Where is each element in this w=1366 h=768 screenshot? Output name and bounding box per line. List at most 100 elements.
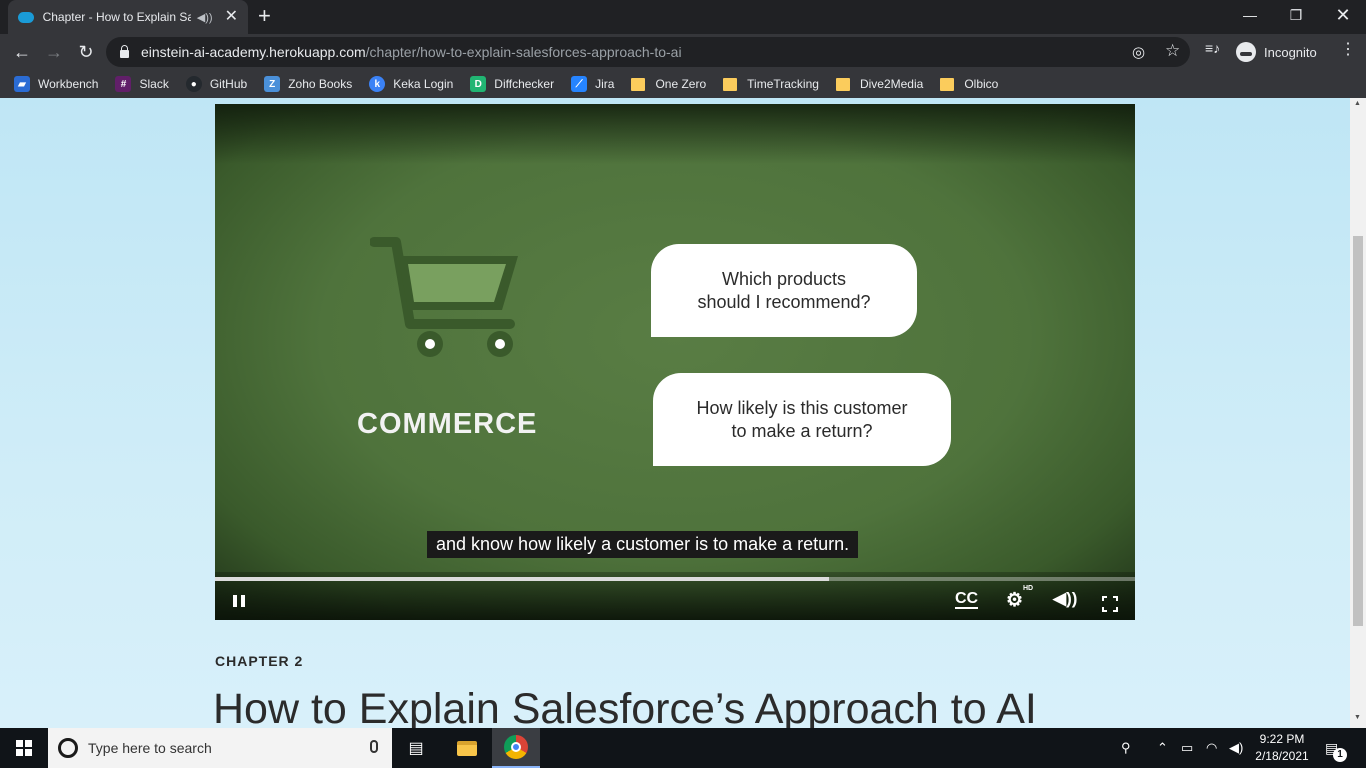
scrollbar-thumb[interactable] xyxy=(1353,236,1363,626)
page-scrollbar[interactable]: ▲ ▼ xyxy=(1350,98,1366,728)
address-bar[interactable]: einstein-ai-academy.herokuapp.com/chapte… xyxy=(106,37,1190,67)
bubble-line: How likely is this customer xyxy=(696,397,908,418)
page-title: How to Explain Salesforce’s Approach to … xyxy=(213,685,1037,728)
bookmark-keka-login[interactable]: k Keka Login xyxy=(369,76,453,92)
bookmark-zoho-books[interactable]: Z Zoho Books xyxy=(264,76,352,92)
fullscreen-icon[interactable] xyxy=(1102,596,1118,612)
url-host: einstein-ai-academy.herokuapp.com xyxy=(141,44,366,60)
browser-tab[interactable]: Chapter - How to Explain Sal ◀)) ✕ xyxy=(8,0,248,34)
commerce-label: COMMERCE xyxy=(357,408,538,440)
bubble-line: should I recommend? xyxy=(697,291,871,312)
incognito-icon xyxy=(1236,42,1256,62)
settings-gear-icon[interactable]: ⚙ xyxy=(1006,589,1023,612)
video-player[interactable]: COMMERCE Which products should I recomme… xyxy=(215,104,1135,620)
close-window-icon[interactable]: ✕ xyxy=(1320,0,1366,30)
clock-date: 2/18/2021 xyxy=(1255,749,1309,763)
task-view-icon[interactable]: ▤ xyxy=(392,728,440,768)
bookmark-label: One Zero xyxy=(655,77,707,91)
incognito-label: Incognito xyxy=(1264,44,1317,60)
diffchecker-icon: D xyxy=(470,76,487,92)
search-placeholder: Type here to search xyxy=(88,740,212,756)
minimize-icon[interactable]: — xyxy=(1227,0,1273,30)
volume-icon[interactable]: ◀)) xyxy=(1053,589,1077,609)
bookmark-label: TimeTracking xyxy=(747,77,819,91)
bookmark-folder-olbico[interactable]: Olbico xyxy=(940,77,998,91)
folder-icon xyxy=(835,77,850,91)
windows-taskbar: Type here to search ▤ ⚲ ⌃ ▭ ◠ ◀) 9:22 PM… xyxy=(0,728,1366,768)
lock-icon[interactable] xyxy=(120,44,129,58)
new-tab-button[interactable]: + xyxy=(258,4,271,28)
folder-icon xyxy=(723,77,738,91)
chrome-taskbar-button[interactable] xyxy=(492,728,540,768)
eye-off-icon[interactable]: ◎ xyxy=(1132,43,1145,61)
video-top-shade xyxy=(215,104,1135,164)
folder-icon xyxy=(631,77,646,91)
speaker-icon[interactable]: ◀)) xyxy=(197,11,213,24)
folder-icon xyxy=(940,77,955,91)
windows-logo-icon xyxy=(16,740,32,756)
bookmark-folder-one-zero[interactable]: One Zero xyxy=(631,77,706,91)
restore-icon[interactable]: ❐ xyxy=(1273,0,1319,30)
video-controls: CC ⚙ HD ◀)) xyxy=(215,572,1135,620)
tab-strip: Chapter - How to Explain Sal ◀)) ✕ + — ❐… xyxy=(0,0,1366,34)
github-icon: ● xyxy=(185,76,202,92)
chapter-label: CHAPTER 2 xyxy=(215,653,304,669)
bookmark-slack[interactable]: # Slack xyxy=(115,76,169,92)
bookmark-label: Zoho Books xyxy=(288,77,353,91)
cortana-icon xyxy=(58,738,78,758)
workbench-icon: ▰ xyxy=(14,76,30,92)
file-explorer-button[interactable] xyxy=(443,728,491,768)
bookmarks-bar: ▰ Workbench # Slack ● GitHub Z Zoho Book… xyxy=(0,70,1366,98)
bookmark-workbench[interactable]: ▰ Workbench xyxy=(14,76,98,92)
media-queue-icon[interactable]: ≡♪ xyxy=(1205,40,1220,56)
slack-icon: # xyxy=(115,76,132,92)
shopping-cart-icon xyxy=(370,237,518,357)
bubble-line: to make a return? xyxy=(731,420,873,441)
pause-button[interactable] xyxy=(233,595,245,607)
browser-toolbar: ← → ↻ einstein-ai-academy.herokuapp.com /… xyxy=(0,34,1366,70)
bookmark-jira[interactable]: ⟋ Jira xyxy=(571,76,614,92)
video-progress-bar[interactable] xyxy=(215,577,1135,581)
battery-icon[interactable]: ▭ xyxy=(1181,740,1193,756)
menu-kebab-icon[interactable]: ⋮ xyxy=(1340,39,1356,59)
jira-icon: ⟋ xyxy=(571,76,588,92)
incognito-indicator[interactable]: Incognito xyxy=(1236,42,1317,62)
speech-bubble-return: How likely is this customer to make a re… xyxy=(653,373,951,466)
start-button[interactable] xyxy=(0,728,48,768)
taskbar-search-box[interactable]: Type here to search xyxy=(48,728,392,768)
hd-badge: HD xyxy=(1023,585,1034,592)
video-progress-fill xyxy=(215,577,829,581)
bookmark-label: Workbench xyxy=(38,77,99,91)
chrome-icon xyxy=(504,735,528,759)
closed-captions-button[interactable]: CC xyxy=(955,591,979,609)
salesforce-favicon-icon xyxy=(18,11,34,23)
system-clock[interactable]: 9:22 PM 2/18/2021 xyxy=(1250,731,1314,765)
forward-icon[interactable]: → xyxy=(40,38,68,66)
scroll-up-arrow-icon[interactable]: ▲ xyxy=(1354,100,1361,107)
back-icon[interactable]: ← xyxy=(8,38,36,66)
bookmark-label: Jira xyxy=(595,77,615,91)
bookmark-label: Diffchecker xyxy=(494,77,555,91)
file-explorer-icon xyxy=(457,740,477,756)
bubble-line: Which products xyxy=(721,268,847,289)
bookmark-label: Slack xyxy=(139,77,169,91)
bookmark-label: GitHub xyxy=(209,77,248,91)
show-hidden-icons-chevron-icon[interactable]: ⌃ xyxy=(1157,740,1168,756)
star-icon[interactable]: ☆ xyxy=(1165,41,1180,61)
page-viewport: COMMERCE Which products should I recomme… xyxy=(0,98,1350,728)
bookmark-folder-dive2media[interactable]: Dive2Media xyxy=(835,77,923,91)
wifi-icon[interactable]: ◠ xyxy=(1206,740,1217,756)
microphone-icon[interactable] xyxy=(370,740,378,753)
bookmark-label: Olbico xyxy=(964,77,999,91)
volume-tray-icon[interactable]: ◀) xyxy=(1229,740,1243,756)
close-tab-icon[interactable]: ✕ xyxy=(225,9,238,25)
speech-bubble-recommend: Which products should I recommend? xyxy=(651,244,917,337)
bookmark-label: Keka Login xyxy=(393,77,454,91)
bookmark-diffchecker[interactable]: D Diffchecker xyxy=(470,76,554,92)
people-icon[interactable]: ⚲ xyxy=(1121,740,1131,756)
bookmark-github[interactable]: ● GitHub xyxy=(185,76,248,92)
bookmark-folder-timetracking[interactable]: TimeTracking xyxy=(723,77,819,91)
scroll-down-arrow-icon[interactable]: ▼ xyxy=(1354,714,1361,721)
tab-title: Chapter - How to Explain Sal xyxy=(42,10,191,24)
reload-icon[interactable]: ↻ xyxy=(72,38,100,66)
